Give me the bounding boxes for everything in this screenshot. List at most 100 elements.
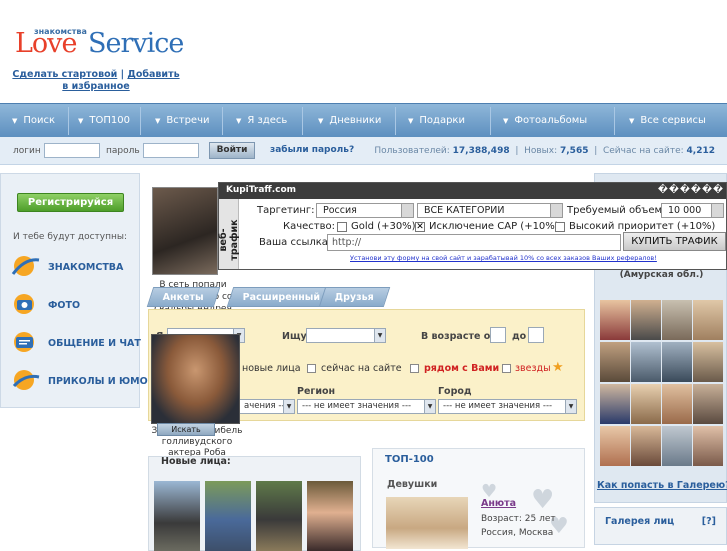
top100-subtitle: Девушки: [387, 479, 438, 490]
gallery-help-link[interactable]: [?]: [702, 516, 716, 527]
category-select[interactable]: ВСЕ КАТЕГОРИИ: [417, 203, 563, 218]
near-label: рядом с Вами: [424, 363, 500, 374]
nav-item-albums[interactable]: ▼ Фотоальбомы: [503, 104, 587, 138]
gallery-photo[interactable]: [693, 426, 723, 466]
gallery-photo[interactable]: [631, 426, 661, 466]
gold-label: Gold (+30%): [351, 221, 416, 232]
main-nav: ▼ Поиск ▼ ТОП100 ▼ Встречи ▼ Я здесь ▼ Дневни…: [0, 103, 727, 137]
nav-item-all-services[interactable]: ▼ Все сервисы: [629, 104, 706, 138]
gallery-photo[interactable]: [600, 426, 630, 466]
search-button[interactable]: Искать: [157, 423, 215, 436]
ad-titlebar: KupiTraff.com ������: [219, 183, 726, 199]
chevron-down-icon: ▼: [283, 400, 294, 413]
star-icon: ★: [552, 360, 564, 375]
cap-checkbox[interactable]: ✕: [415, 222, 425, 232]
gallery-photo[interactable]: [631, 300, 661, 340]
register-button[interactable]: Регистрируйся: [17, 193, 124, 212]
chevron-down-icon: ▼: [236, 117, 242, 125]
ad-title[interactable]: KupiTraff.com: [226, 185, 296, 195]
url-label: Ваша ссылка:: [259, 237, 332, 248]
new-faces-option[interactable]: новые лица: [242, 363, 301, 374]
news-photo[interactable]: [152, 187, 218, 275]
priority-label: Высокий приоритет (+10%): [569, 221, 716, 232]
city-select[interactable]: --- не имеет значения --- ▼: [438, 399, 577, 414]
city-label: Город: [438, 386, 472, 397]
left-sidebar: Регистрируйся И тебе будут доступны: ЗНА…: [0, 173, 155, 408]
forgot-password-link[interactable]: забыли пароль?: [270, 145, 354, 155]
stars-checkbox[interactable]: [502, 364, 511, 373]
age-to-label: до: [512, 331, 527, 342]
buy-traffic-button[interactable]: КУПИТЬ ТРАФИК: [623, 232, 726, 251]
nav-item-gifts[interactable]: ▼ Подарки: [408, 104, 465, 138]
age-from-label: В возрасте от: [421, 331, 496, 342]
volume-select[interactable]: 10 000: [661, 203, 724, 218]
country-select[interactable]: Россия: [316, 203, 414, 218]
new-face-photo[interactable]: [154, 481, 200, 551]
nav-item-search[interactable]: ▼ Поиск: [12, 104, 55, 138]
links-separator: |: [120, 69, 125, 80]
age-from-input[interactable]: [490, 327, 506, 343]
chevron-down-icon: ▼: [629, 117, 635, 125]
new-faces-title: Новые лица:: [161, 456, 231, 467]
age-to-input[interactable]: [528, 327, 544, 343]
gallery-photo[interactable]: [600, 384, 630, 424]
gallery-photo[interactable]: [662, 300, 692, 340]
gallery-photo[interactable]: [693, 300, 723, 340]
chevron-down-icon: [401, 204, 413, 217]
chevron-down-icon: ▼: [424, 400, 435, 413]
gallery-join-link[interactable]: Как попасть в Галерею?: [597, 480, 727, 491]
login-button[interactable]: Войти: [209, 142, 255, 159]
login-input[interactable]: [44, 143, 100, 158]
nav-item-top100[interactable]: ▼ ТОП100: [78, 104, 130, 138]
sidebar-note: И тебе будут доступны:: [13, 232, 128, 242]
celebrity-photo[interactable]: [151, 334, 240, 424]
gallery-faces-title[interactable]: Галерея лиц: [605, 516, 674, 527]
nav-item-diaries[interactable]: ▼ Дневники: [318, 104, 381, 138]
seek-select[interactable]: ▼: [306, 328, 386, 343]
header-links: Сделать стартовой | Добавить в избранное: [12, 69, 180, 93]
gallery-photo[interactable]: [631, 384, 661, 424]
gallery-photo[interactable]: [662, 426, 692, 466]
gallery-photo[interactable]: [693, 384, 723, 424]
tab-profiles[interactable]: Анкеты: [146, 287, 221, 307]
gallery-photo[interactable]: [600, 342, 630, 382]
top100-photo[interactable]: [386, 497, 468, 549]
targeting-label: Таргетинг:: [257, 205, 315, 216]
gallery-photo[interactable]: [631, 342, 661, 382]
stars-label: звезды: [515, 363, 551, 374]
url-input[interactable]: http://: [327, 234, 621, 251]
new-face-photo[interactable]: [256, 481, 302, 551]
logo-love[interactable]: Love: [15, 28, 77, 59]
top100-age: Возраст: 25 лет: [481, 514, 556, 524]
online-checkbox[interactable]: [307, 364, 316, 373]
chat-icon: [14, 332, 34, 352]
chevron-down-icon: ▼: [12, 117, 18, 125]
top100-title[interactable]: ТОП-100: [385, 454, 434, 465]
new-face-photo[interactable]: [205, 481, 251, 551]
region-label: Регион: [297, 386, 336, 397]
country-select[interactable]: ачения --- ▼: [239, 399, 295, 414]
gallery-photo[interactable]: [662, 342, 692, 382]
make-homepage-link[interactable]: Сделать стартовой: [12, 69, 117, 80]
new-face-photo[interactable]: [307, 481, 353, 551]
top100-name[interactable]: Анюта: [481, 498, 516, 509]
logo-service[interactable]: Service: [88, 28, 184, 59]
nav-item-here[interactable]: ▼ Я здесь: [236, 104, 287, 138]
ad-referral-link[interactable]: Установи эту форму на свой сайт и зараба…: [350, 254, 657, 262]
region-select[interactable]: --- не имеет значения --- ▼: [297, 399, 436, 414]
gallery-caption: (Амурская обл.): [619, 270, 704, 280]
near-checkbox[interactable]: [410, 364, 419, 373]
gallery-photo[interactable]: [693, 342, 723, 382]
online-label: сейчас на сайте: [321, 363, 402, 374]
chevron-down-icon: ▼: [78, 117, 84, 125]
password-input[interactable]: [143, 143, 199, 158]
heart-swoosh-icon: [11, 256, 40, 276]
gallery-photo[interactable]: [600, 300, 630, 340]
gallery-photo[interactable]: [662, 384, 692, 424]
nav-item-meetings[interactable]: ▼ Встречи: [155, 104, 209, 138]
gold-checkbox[interactable]: [337, 222, 347, 232]
chevron-down-icon: ▼: [318, 117, 324, 125]
tab-friends[interactable]: Друзья: [318, 287, 391, 307]
site-stats: Пользователей: 17,388,498 | Новых: 7,565…: [374, 146, 715, 156]
priority-checkbox[interactable]: [555, 222, 565, 232]
